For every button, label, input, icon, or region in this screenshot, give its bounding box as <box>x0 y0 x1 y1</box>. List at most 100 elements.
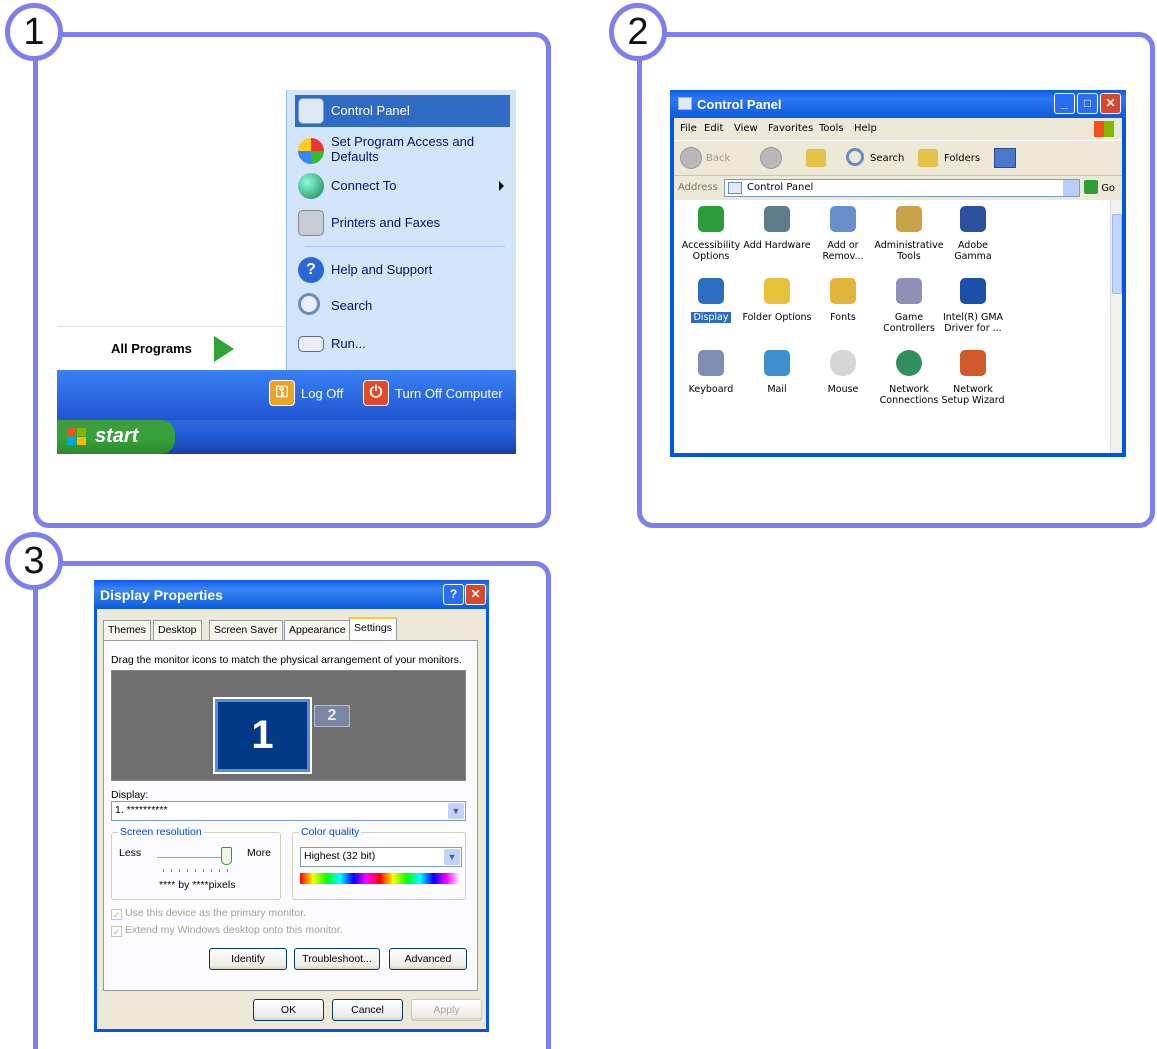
title-bar: Control Panel _ □ ✕ <box>670 90 1126 118</box>
tab-themes[interactable]: Themes <box>103 620 151 640</box>
all-programs-button[interactable]: All Programs <box>57 326 287 370</box>
apply-button[interactable]: Apply <box>411 999 482 1021</box>
less-label: Less <box>119 847 142 859</box>
submenu-arrow-icon <box>499 181 504 191</box>
cp-item-add-hardware[interactable]: Add Hardware <box>742 206 812 272</box>
tab-settings[interactable]: Settings <box>349 617 397 641</box>
cp-item-label: Administrative Tools <box>874 240 944 262</box>
checkbox-icon: ✓ <box>111 926 122 937</box>
address-label: Address <box>678 182 718 193</box>
cp-item-add-remove[interactable]: Add or Remov... <box>808 206 878 272</box>
menu-item-label: Set Program Access and Defaults <box>331 134 475 164</box>
tab-appearance[interactable]: Appearance <box>284 620 351 640</box>
screen-resolution-label: Screen resolution <box>118 826 204 838</box>
start-button[interactable]: start <box>57 420 175 454</box>
monitor-1-icon[interactable]: 1 <box>213 697 312 774</box>
menu-favorites[interactable]: Favorites <box>768 123 813 134</box>
menu-item-connect-to[interactable]: Connect To <box>295 170 510 202</box>
start-menu: All Programs Control Panel Set Program A… <box>57 90 516 454</box>
chevron-down-icon[interactable]: ▼ <box>444 849 460 865</box>
display-properties-window: Display Properties ? ✕ Themes Desktop Sc… <box>94 580 489 1032</box>
menu-item-program-access[interactable]: Set Program Access and Defaults <box>295 132 510 172</box>
tab-screen-saver[interactable]: Screen Saver <box>209 620 283 640</box>
cp-item-accessibility[interactable]: Accessibility Options <box>676 206 746 272</box>
cp-item-game-controllers[interactable]: Game Controllers <box>874 278 944 344</box>
cp-item-label: Accessibility Options <box>681 240 741 262</box>
resolution-slider-thumb[interactable] <box>221 847 232 865</box>
cp-item-label: Add Hardware <box>743 240 811 251</box>
search-label: Search <box>870 153 905 164</box>
control-panel-icon <box>298 98 324 124</box>
cp-item-folder-options[interactable]: Folder Options <box>742 278 812 344</box>
search-button[interactable]: Search <box>846 147 912 171</box>
go-button[interactable]: Go <box>1084 180 1115 194</box>
menu-item-search[interactable]: Search <box>295 290 510 322</box>
search-icon <box>846 148 864 166</box>
cp-item-keyboard[interactable]: Keyboard <box>676 350 746 416</box>
windows-flag-icon <box>67 428 86 445</box>
start-label: start <box>95 425 139 447</box>
forward-button[interactable] <box>760 147 794 171</box>
menu-tools[interactable]: Tools <box>819 123 844 134</box>
folders-button[interactable]: Folders <box>918 147 984 171</box>
up-folder-button[interactable] <box>806 147 830 171</box>
back-button[interactable]: Back <box>680 147 740 171</box>
log-off-button[interactable]: ⚿ Log Off <box>269 380 355 408</box>
menu-item-help[interactable]: ? Help and Support <box>295 254 510 286</box>
troubleshoot-button[interactable]: Troubleshoot... <box>294 948 380 970</box>
cp-item-intel-gma[interactable]: Intel(R) GMA Driver for ... <box>938 278 1008 344</box>
cp-item-label: Keyboard <box>688 384 734 395</box>
cp-item-mouse[interactable]: Mouse <box>808 350 878 416</box>
display-select[interactable]: 1. ********** ▼ <box>111 801 466 821</box>
menu-file[interactable]: File <box>680 123 697 134</box>
resolution-slider-track[interactable] <box>157 857 227 859</box>
cp-item-display[interactable]: Display <box>676 278 746 344</box>
primary-monitor-checkbox[interactable]: ✓ Use this device as the primary monitor. <box>111 907 306 920</box>
menu-item-printers[interactable]: Printers and Faxes <box>295 207 510 239</box>
cp-item-label: Fonts <box>830 312 856 323</box>
color-quality-select[interactable]: Highest (32 bit) ▼ <box>300 847 462 867</box>
menu-item-run[interactable]: Run... <box>295 328 510 360</box>
close-button[interactable]: ✕ <box>1100 93 1121 114</box>
adobe-gamma-icon <box>960 206 986 232</box>
scrollbar-thumb[interactable] <box>1112 214 1122 294</box>
identify-button[interactable]: Identify <box>209 948 287 970</box>
chevron-down-icon[interactable]: ▼ <box>448 803 464 819</box>
cp-item-network-connections[interactable]: Network Connections <box>874 350 944 416</box>
cp-item-fonts[interactable]: Fonts <box>808 278 878 344</box>
menu-item-control-panel[interactable]: Control Panel <box>295 95 510 127</box>
control-panel-window: Control Panel _ □ ✕ File Edit View Favor… <box>670 90 1126 457</box>
game-controllers-icon <box>896 278 922 304</box>
cp-item-mail[interactable]: Mail <box>742 350 812 416</box>
maximize-button[interactable]: □ <box>1077 93 1098 114</box>
menu-help[interactable]: Help <box>854 123 877 134</box>
cancel-button[interactable]: Cancel <box>332 999 403 1021</box>
network-connections-icon <box>896 350 922 376</box>
printer-icon <box>298 210 324 236</box>
menu-view[interactable]: View <box>734 123 758 134</box>
views-button[interactable] <box>994 147 1028 171</box>
instruction-text: Drag the monitor icons to match the phys… <box>111 654 462 666</box>
address-dropdown-icon[interactable] <box>1063 180 1079 196</box>
cp-item-label: Mail <box>767 384 787 395</box>
connect-to-icon <box>298 173 324 199</box>
ok-button[interactable]: OK <box>253 999 324 1021</box>
advanced-button[interactable]: Advanced <box>389 948 467 970</box>
cp-item-admin-tools[interactable]: Administrative Tools <box>874 206 944 272</box>
menu-edit[interactable]: Edit <box>704 123 723 134</box>
extend-desktop-checkbox[interactable]: ✓ Extend my Windows desktop onto this mon… <box>111 924 343 937</box>
toolbar: Back Search Folders <box>674 140 1122 176</box>
monitor-2-icon[interactable]: 2 <box>314 705 350 727</box>
minimize-button[interactable]: _ <box>1054 93 1075 114</box>
turn-off-button[interactable]: ⏻ Turn Off Computer <box>363 380 513 408</box>
help-button[interactable]: ? <box>443 584 464 605</box>
tab-desktop[interactable]: Desktop <box>153 620 202 640</box>
back-arrow-icon <box>680 147 702 169</box>
cp-item-adobe-gamma[interactable]: Adobe Gamma <box>938 206 1008 272</box>
checkbox-label: Extend my Windows desktop onto this moni… <box>125 924 343 936</box>
vertical-scrollbar[interactable] <box>1110 200 1122 453</box>
address-input[interactable]: Control Panel <box>724 179 1080 197</box>
folders-icon <box>918 149 938 167</box>
cp-item-network-setup-wizard[interactable]: Network Setup Wizard <box>938 350 1008 416</box>
close-button[interactable]: ✕ <box>465 584 486 605</box>
